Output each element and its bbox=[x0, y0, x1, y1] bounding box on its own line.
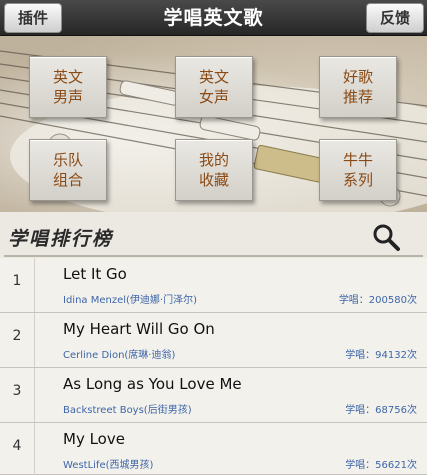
artist-name: Cerline Dion(席琳·迪翁) bbox=[63, 350, 176, 361]
artist-name: WestLife(西城男孩) bbox=[63, 460, 154, 471]
category-banner: 英文 男声 英文 女声 好歌 推荐 乐队 组合 我的 收藏 牛牛 系列 bbox=[0, 36, 427, 212]
app-title: 学唱英文歌 bbox=[163, 7, 264, 29]
plugins-button[interactable]: 插件 bbox=[4, 3, 62, 33]
category-niuniu-series[interactable]: 牛牛 系列 bbox=[319, 139, 397, 201]
divider bbox=[4, 255, 423, 257]
feedback-button[interactable]: 反馈 bbox=[366, 3, 424, 33]
category-favorites[interactable]: 我的 收藏 bbox=[175, 139, 253, 201]
song-title: Let It Go bbox=[63, 265, 127, 283]
list-item[interactable]: 1 Let It Go Idina Menzel(伊迪娜·门泽尔) 学唱：200… bbox=[0, 258, 427, 313]
list-item[interactable]: 3 As Long as You Love Me Backstreet Boys… bbox=[0, 368, 427, 423]
category-recommended[interactable]: 好歌 推荐 bbox=[319, 56, 397, 118]
play-count: 学唱：94132次 bbox=[345, 350, 417, 361]
song-title: As Long as You Love Me bbox=[63, 375, 242, 393]
search-icon[interactable] bbox=[371, 222, 401, 252]
song-title: My Heart Will Go On bbox=[63, 320, 215, 338]
category-english-female[interactable]: 英文 女声 bbox=[175, 56, 253, 118]
artist-name: Idina Menzel(伊迪娜·门泽尔) bbox=[63, 295, 197, 306]
ranking-header: 学唱排行榜 bbox=[0, 212, 427, 258]
list-item[interactable]: 2 My Heart Will Go On Cerline Dion(席琳·迪翁… bbox=[0, 313, 427, 368]
rank-number: 2 bbox=[0, 313, 35, 367]
rank-number: 1 bbox=[0, 258, 35, 312]
list-item[interactable]: 4 My Love WestLife(西城男孩) 学唱：56621次 bbox=[0, 423, 427, 475]
play-count: 学唱：56621次 bbox=[345, 460, 417, 471]
play-count: 学唱：200580次 bbox=[338, 295, 417, 306]
app-header: 学唱英文歌 插件 反馈 bbox=[0, 0, 427, 36]
song-title: My Love bbox=[63, 430, 125, 448]
rank-number: 4 bbox=[0, 423, 35, 475]
rank-number: 3 bbox=[0, 368, 35, 422]
ranking-title: 学唱排行榜 bbox=[8, 228, 114, 250]
artist-name: Backstreet Boys(后街男孩) bbox=[63, 405, 192, 416]
play-count: 学唱：68756次 bbox=[345, 405, 417, 416]
category-bands[interactable]: 乐队 组合 bbox=[29, 139, 107, 201]
category-english-male[interactable]: 英文 男声 bbox=[29, 56, 107, 118]
